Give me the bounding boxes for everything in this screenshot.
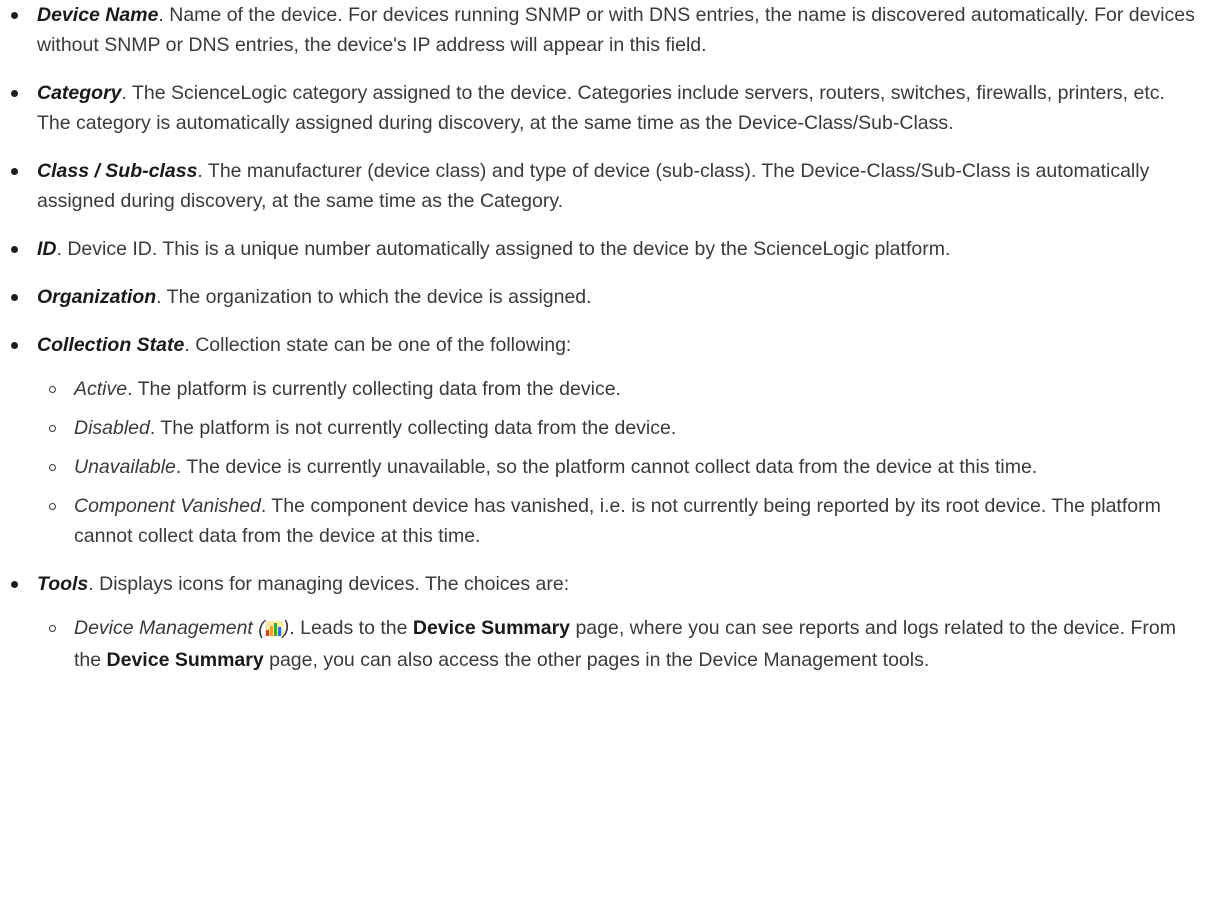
desc-class-subclass: . The manufacturer (device class) and ty… xyxy=(37,160,1150,212)
device-management-bar-chart-icon xyxy=(264,615,283,645)
desc-disabled: . The platform is not currently collecti… xyxy=(149,417,677,439)
term-device-management: Device Management ( xyxy=(74,617,265,639)
desc-device-management-1: . Leads to the xyxy=(289,617,413,639)
term-category: Category xyxy=(37,82,122,104)
list-item-category: Category. The ScienceLogic category assi… xyxy=(0,78,1196,138)
term-component-vanished: Component Vanished xyxy=(74,495,261,517)
term-organization: Organization xyxy=(37,286,157,308)
term-collection-state: Collection State xyxy=(37,334,185,356)
desc-tools: . Displays icons for managing devices. T… xyxy=(88,573,570,595)
list-item-unavailable: Unavailable. The device is currently una… xyxy=(37,452,1190,482)
field-list: Device Name. Name of the device. For dev… xyxy=(0,0,1206,675)
term-unavailable: Unavailable xyxy=(74,456,176,478)
term-id: ID xyxy=(37,238,57,260)
device-summary-ref-2: Device Summary xyxy=(106,649,264,671)
document-page: Device Name. Name of the device. For dev… xyxy=(0,0,1206,903)
desc-unavailable: . The device is currently unavailable, s… xyxy=(175,456,1038,478)
term-device-name: Device Name xyxy=(37,4,159,26)
list-item-component-vanished: Component Vanished. The component device… xyxy=(37,491,1190,551)
term-active: Active xyxy=(74,378,128,400)
list-item-device-management: Device Management (). Leads to the Devic… xyxy=(37,613,1190,675)
desc-device-name: . Name of the device. For devices runnin… xyxy=(37,4,1195,56)
tools-list: Device Management (). Leads to the Devic… xyxy=(37,613,1196,675)
term-tools: Tools xyxy=(37,573,89,595)
desc-category: . The ScienceLogic category assigned to … xyxy=(37,82,1165,134)
term-disabled: Disabled xyxy=(74,417,150,439)
term-class-subclass: Class / Sub-class xyxy=(37,160,198,182)
list-item-tools: Tools. Displays icons for managing devic… xyxy=(0,569,1196,675)
desc-organization: . The organization to which the device i… xyxy=(156,286,592,308)
list-item-device-name: Device Name. Name of the device. For dev… xyxy=(0,0,1196,60)
device-summary-ref-1: Device Summary xyxy=(412,617,571,639)
list-item-active: Active. The platform is currently collec… xyxy=(37,374,1190,404)
desc-collection-state: . Collection state can be one of the fol… xyxy=(184,334,572,356)
desc-device-management-3: page, you can also access the other page… xyxy=(263,649,930,671)
list-item-collection-state: Collection State. Collection state can b… xyxy=(0,330,1196,551)
list-item-disabled: Disabled. The platform is not currently … xyxy=(37,413,1190,443)
list-item-organization: Organization. The organization to which … xyxy=(0,282,1196,312)
list-item-id: ID. Device ID. This is a unique number a… xyxy=(0,234,1196,264)
desc-id: . Device ID. This is a unique number aut… xyxy=(56,238,951,260)
desc-active: . The platform is currently collecting d… xyxy=(127,378,621,400)
collection-state-list: Active. The platform is currently collec… xyxy=(37,374,1196,551)
list-item-class-subclass: Class / Sub-class. The manufacturer (dev… xyxy=(0,156,1196,216)
